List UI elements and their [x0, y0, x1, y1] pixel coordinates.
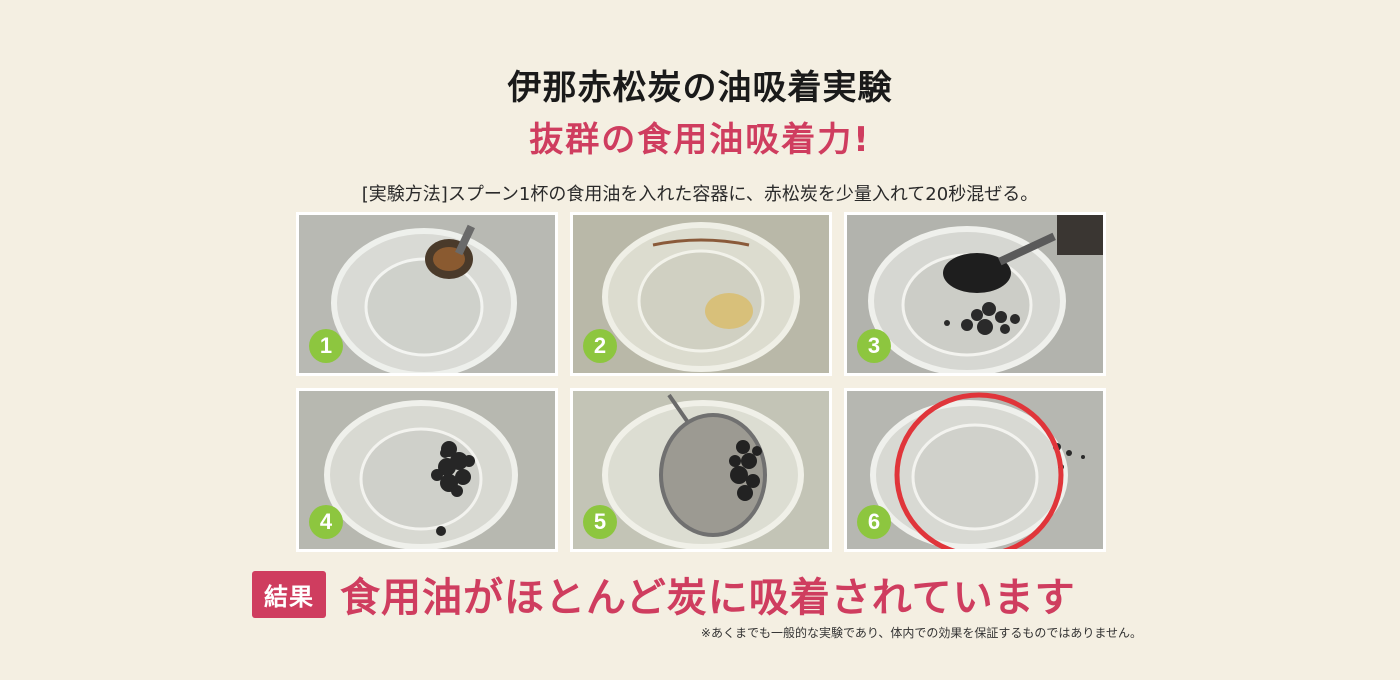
disclaimer: ※あくまでも一般的な実験であり、体内での効果を保証するものではありません。: [700, 626, 1142, 640]
step-number-badge: 4: [309, 505, 343, 539]
step-photo-2: 2: [570, 212, 832, 376]
step-number-badge: 3: [857, 329, 891, 363]
step-number-badge: 2: [583, 329, 617, 363]
step-photo-3: 3: [844, 212, 1106, 376]
result-row: 結果 食用油がほとんど炭に吸着されています: [252, 566, 1076, 622]
experiment-method: [実験方法]スプーン1杯の食用油を入れた容器に、赤松炭を少量入れて20秒混ぜる。: [361, 184, 1039, 205]
page-title: 伊那赤松炭の油吸着実験: [507, 68, 893, 108]
page-subtitle: 抜群の食用油吸着力!: [529, 120, 871, 160]
result-text: 食用油がほとんど炭に吸着されています: [340, 575, 1076, 621]
step-number-badge: 6: [857, 505, 891, 539]
step-number-badge: 1: [309, 329, 343, 363]
step-photo-5: 5: [570, 388, 832, 552]
step-photo-1: 1: [296, 212, 558, 376]
step-photo-6: 6: [844, 388, 1106, 552]
step-number-badge: 5: [583, 505, 617, 539]
result-badge: 結果: [252, 570, 326, 618]
step-photo-4: 4: [296, 388, 558, 552]
